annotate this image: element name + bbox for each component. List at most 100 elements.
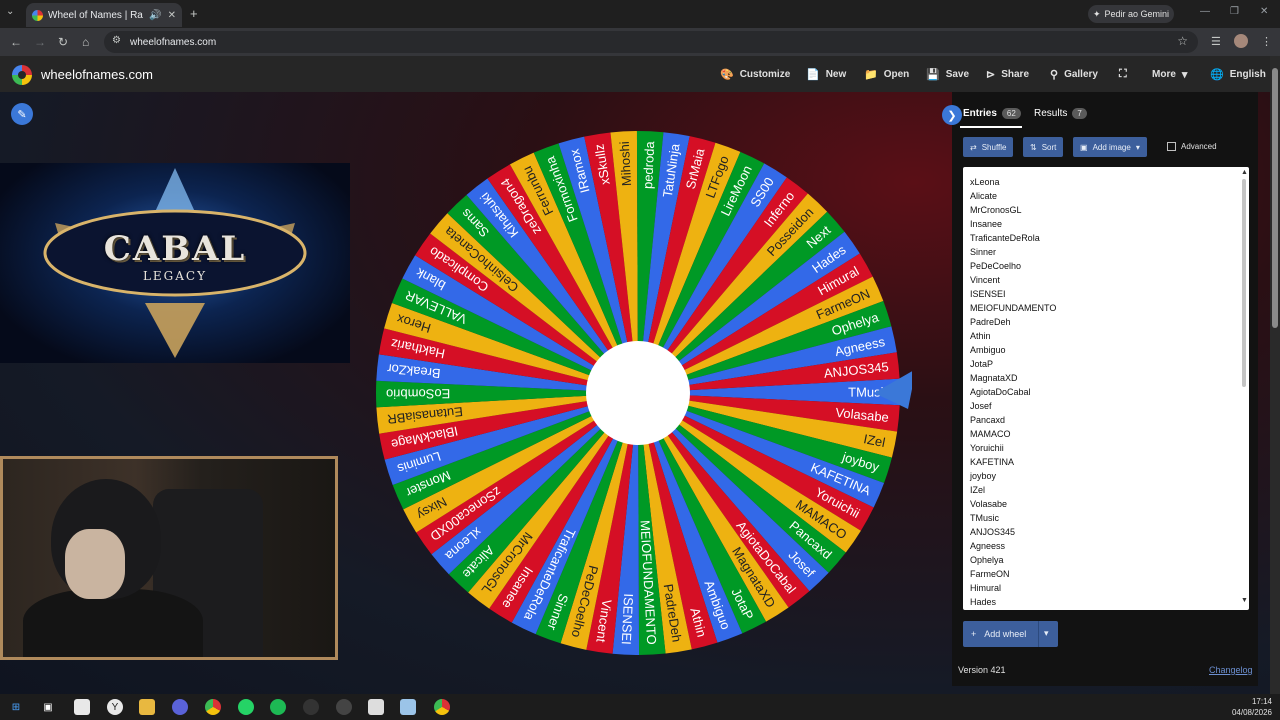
scroll-up-icon[interactable]: ▲ [1241,169,1248,176]
notepad-icon[interactable] [74,699,90,715]
app-icon-3[interactable] [400,699,416,715]
discord-icon[interactable] [172,699,188,715]
windows-start-icon[interactable]: ⊞ [8,699,24,715]
customize-button[interactable]: 🎨 Customize [720,68,790,81]
scroll-down-icon[interactable]: ▼ [1241,597,1248,604]
shuffle-button[interactable]: ⇄ Shuffle [963,137,1014,157]
add-wheel-button[interactable]: + Add wheel ▾ [963,621,1058,647]
edit-pencil-icon[interactable]: ✎ [11,103,33,125]
checkbox-box[interactable] [1167,142,1176,151]
logo-text[interactable]: wheelofnames.com [41,67,153,82]
caret-down-icon[interactable]: ▾ [1044,628,1049,639]
entry-item[interactable]: Ambiguo [970,343,1056,357]
more-button[interactable]: More ▾ [1152,68,1187,81]
entry-item[interactable]: KAFETINA [970,455,1056,469]
sort-button[interactable]: ⇅ Sort [1023,137,1064,157]
entry-item[interactable]: Sinner [970,245,1056,259]
open-button[interactable]: 📁 Open [864,68,909,81]
wheel-of-names[interactable]: TMusicVolasabeIZeljoyboyKAFETINAYoruichi… [372,127,912,667]
entry-item[interactable]: FarmeON [970,567,1056,581]
yandex-browser-icon[interactable]: Y [107,699,123,715]
system-clock[interactable]: 17:14 04/08/2026 [1232,696,1272,718]
entry-item[interactable]: Volasabe [970,497,1056,511]
entry-item[interactable]: Agneess [970,539,1056,553]
language-label: English [1229,69,1266,80]
entry-item[interactable]: Josef [970,399,1056,413]
fullscreen-button[interactable]: ⛶ [1119,68,1127,81]
entry-item[interactable]: MagnataXD [970,371,1056,385]
entry-item[interactable]: MEIOFUNDAMENTO [970,301,1056,315]
entry-item[interactable]: Yoruichii [970,441,1056,455]
entry-item[interactable]: Hades [970,595,1056,609]
page-scrollbar[interactable] [1270,56,1280,694]
chrome-profile-icon[interactable] [434,699,450,715]
active-tab-indicator [960,126,1022,128]
entry-item[interactable]: AgiotaDoCabal [970,385,1056,399]
entry-item[interactable]: PadreDeh [970,315,1056,329]
close-tab-icon[interactable]: ✕ [168,10,176,21]
entry-item[interactable]: IZel [970,483,1056,497]
gemini-button[interactable]: ✦ Pedir ao Gemini [1088,5,1174,23]
spotify-icon[interactable] [270,699,286,715]
tab-search-chevron-icon[interactable]: ⌄ [6,6,20,20]
app-icon-2[interactable] [368,699,384,715]
minimize-icon[interactable]: — [1200,6,1210,17]
new-tab-icon[interactable]: + [190,6,198,21]
kebab-menu-icon[interactable]: ⋮ [1261,35,1272,48]
entries-textarea[interactable]: xLeona Alicate MrCronosGL Insanee Traficante… [963,167,1249,610]
tab-results[interactable]: Results 7 [1034,108,1087,119]
page-scrollbar-thumb[interactable] [1272,68,1278,328]
gallery-button[interactable]: ⚲ Gallery [1050,68,1098,81]
url-input[interactable]: ⚙ wheelofnames.com ☆ [104,31,1198,53]
close-window-icon[interactable]: ✕ [1260,6,1268,17]
entry-item[interactable]: Athin [970,329,1056,343]
entry-item[interactable]: MrCronosGL [970,203,1056,217]
entries-scrollbar-thumb[interactable] [1242,179,1246,387]
language-button[interactable]: 🌐 English [1210,68,1266,81]
profile-avatar[interactable] [1234,34,1248,48]
entry-item[interactable]: Himural [970,581,1056,595]
entry-item[interactable]: JotaP [970,357,1056,371]
back-icon[interactable]: ← [10,35,22,49]
new-button[interactable]: 📄 New [806,68,846,81]
advanced-checkbox[interactable]: Advanced [1167,142,1217,151]
whatsapp-icon[interactable] [238,699,254,715]
chrome-icon[interactable] [205,699,221,715]
entry-item[interactable]: TraficanteDeRola [970,231,1056,245]
tab-entries[interactable]: Entries 62 [963,108,1021,119]
audio-icon[interactable]: 🔊 [149,10,161,21]
entry-item[interactable]: Pancaxd [970,413,1056,427]
forward-icon[interactable]: → [34,35,46,49]
home-icon[interactable]: ⌂ [82,35,89,49]
wheel-center[interactable] [586,341,690,445]
file-explorer-icon[interactable] [139,699,155,715]
changelog-link[interactable]: Changelog [1209,665,1253,675]
bookmark-star-icon[interactable]: ☆ [1177,34,1188,48]
share-button[interactable]: ⊳ Share [986,68,1029,81]
app-icon[interactable] [336,699,352,715]
entry-item[interactable]: Alicate [970,189,1056,203]
entry-item[interactable]: xLeona [970,175,1056,189]
entry-item[interactable]: Insanee [970,217,1056,231]
entry-item[interactable]: joyboy [970,469,1056,483]
entry-item[interactable]: MAMACO [970,427,1056,441]
entries-scrollbar[interactable]: ▲ ▼ [1241,169,1248,604]
task-view-icon[interactable]: ▣ [40,699,56,715]
browser-tab[interactable]: Wheel of Names | Random 🔊 ✕ [26,3,182,27]
reload-icon[interactable]: ↻ [58,35,68,49]
entry-item[interactable]: TMusic [970,511,1056,525]
obs-icon[interactable] [303,699,319,715]
entry-item[interactable]: ANJOS345 [970,525,1056,539]
collapse-panel-icon[interactable]: ❯ [942,105,962,125]
maximize-icon[interactable]: ❐ [1230,6,1239,17]
entry-item[interactable]: Ophelya [970,553,1056,567]
wheel-segment-label: ISENSEI [619,593,636,645]
wheelofnames-logo-icon[interactable] [12,65,32,85]
entry-item[interactable]: PeDeCoelho [970,259,1056,273]
media-controls-icon[interactable]: ☰ [1211,35,1221,48]
entry-item[interactable]: Vincent [970,273,1056,287]
save-button[interactable]: 💾 Save [926,68,969,81]
add-image-button[interactable]: ▣ Add image ▾ [1073,137,1147,157]
entry-item[interactable]: ISENSEI [970,287,1056,301]
site-info-icon[interactable]: ⚙ [112,35,121,46]
